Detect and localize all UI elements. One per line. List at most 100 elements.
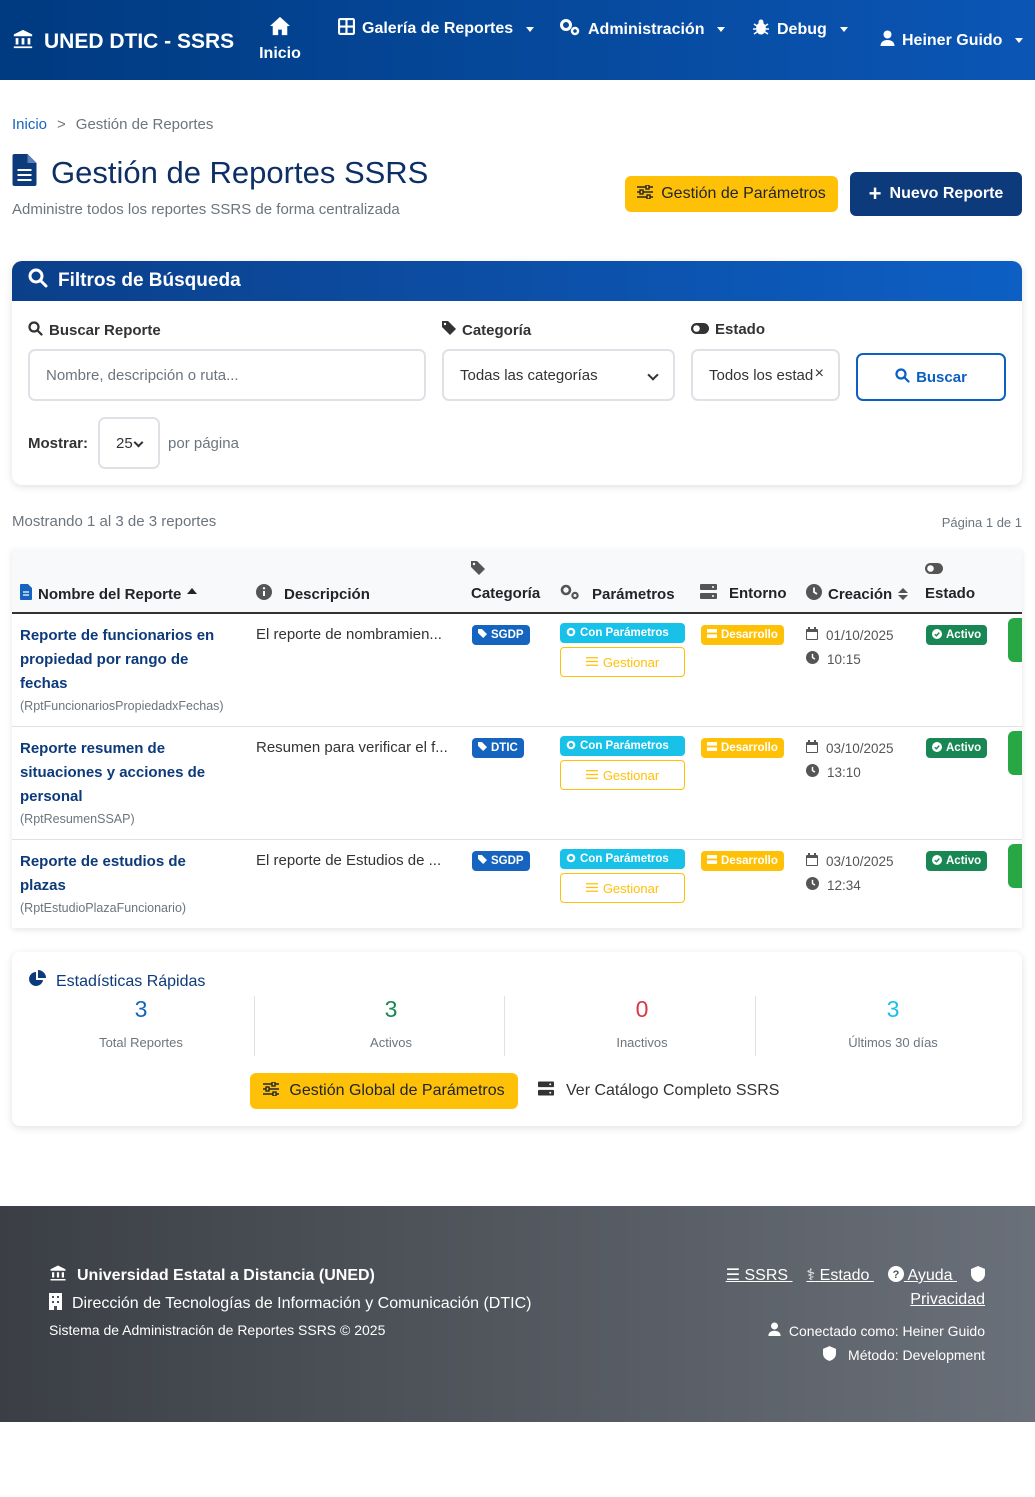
column-status-label: Estado [925,585,976,602]
sliders-icon [585,768,598,783]
report-name-line: plazas [20,877,66,894]
nav-admin-dropdown[interactable]: Administración [559,18,726,41]
sliders-icon [637,183,654,204]
footer-method-text: Método: Development [848,1347,985,1363]
category-badge: DTIC [472,738,524,758]
category-select-value: Todas las categorías [460,366,598,384]
created-time: 10:15 [806,651,861,667]
column-category-label: Categoría [471,585,541,602]
stat-inactive: 0 Inactivos [517,996,767,1056]
row-action-button[interactable] [1008,731,1022,775]
server-icon [700,584,717,603]
report-description: El reporte de nombramien... [256,626,442,643]
status-label-text: Estado [715,321,766,338]
quick-stats-card: Estadísticas Rápidas 3 Total Reportes 3 … [12,952,1022,1126]
table-row: Reporte de funcionarios en propiedad por… [12,614,1022,727]
footer-direction-text: Dirección de Tecnologías de Información … [72,1295,532,1312]
column-created-header[interactable]: Creación [806,584,909,604]
document-icon [20,584,32,604]
sort-icon [898,588,909,600]
parameters-badge-text: Con Parámetros [580,740,669,752]
server-icon [707,629,717,641]
status-badge-text: Activo [946,629,982,641]
sort-up-icon [187,588,198,594]
created-date: 01/10/2025 [806,627,894,643]
user-icon [768,1322,781,1339]
report-name-link[interactable]: Reporte resumen de situaciones y accione… [20,737,250,809]
status-select[interactable]: Todos los estad × [691,349,840,401]
server-icon [538,1081,554,1101]
caret-down-icon [526,26,535,32]
created-time: 13:10 [806,764,861,780]
report-code: (RptResumenSSAP) [20,812,135,826]
status-label: Estado [691,321,765,338]
search-input[interactable]: Nombre, descripción o ruta... [28,349,426,401]
footer-connected-text: Conectado como: Heiner Guido [788,1322,985,1339]
category-badge-text: SGDP [491,855,524,867]
parameters-badge: Con Parámetros [560,736,685,756]
created-time-text: 12:34 [827,877,861,893]
row-action-button[interactable] [1008,618,1022,662]
stats-title: Estadísticas Rápidas [28,970,205,993]
footer-privacy-label: Privacidad [910,1291,985,1308]
chevron-down-icon [647,369,659,381]
stat-value: 3 [384,996,398,1022]
divider [254,996,255,1056]
page-subtitle: Administre todos los reportes SSRS de fo… [12,201,400,218]
nav-admin-label: Administración [588,20,705,38]
bug-icon [752,18,770,41]
footer-ssrs-label: SSRS [744,1267,789,1284]
chevron-down-icon [133,437,144,448]
report-name-line: Reporte resumen de [20,740,166,757]
parameters-badge: Con Parámetros [560,623,685,643]
search-button[interactable]: Buscar [856,353,1006,401]
page-indicator: Página 1 de 1 [941,515,1022,530]
category-select[interactable]: Todas las categorías [442,349,675,401]
search-icon [28,321,43,340]
catalog-link[interactable]: Ver Catálogo Completo SSRS [538,1081,779,1101]
footer-status-link[interactable]: ⚕ Estado [807,1267,874,1284]
svg-text:?: ? [893,1269,900,1281]
category-badge-text: SGDP [491,629,524,641]
created-date: 03/10/2025 [806,853,894,869]
stats-title-text: Estadísticas Rápidas [56,972,206,990]
manage-parameters-button[interactable]: Gestionar [560,760,685,790]
manage-parameters-button[interactable]: Gestionar [560,647,685,677]
plus-icon: + [868,181,882,206]
search-button-label: Buscar [916,368,967,386]
created-time-text: 13:10 [827,764,861,780]
nav-user-dropdown[interactable]: Heiner Guido [880,30,1024,51]
report-name-link[interactable]: Reporte de estudios de plazas [20,850,250,898]
manage-parameters-label: Gestionar [602,767,660,783]
caret-down-icon [839,27,848,32]
status-badge: Activo [926,738,988,758]
brand[interactable]: UNED DTIC - SSRS [12,28,234,56]
category-badge: SGDP [472,851,530,871]
global-params-button[interactable]: Gestión Global de Parámetros [250,1073,518,1109]
page-size-select[interactable]: 25 [98,417,161,469]
breadcrumb-home-link[interactable]: Inicio [12,116,47,133]
column-environment-label: Entorno [729,585,787,602]
nav-debug-dropdown[interactable]: Debug [752,18,848,41]
footer-ssrs-link[interactable]: ☰ SSRS [726,1267,793,1284]
footer-university-text: Universidad Estatal a Distancia (UNED) [77,1266,375,1284]
params-management-button[interactable]: Gestión de Parámetros [625,176,838,212]
column-name-header[interactable]: Nombre del Reporte [20,584,198,604]
nav-gallery-dropdown[interactable]: Galería de Reportes [338,18,535,40]
manage-parameters-button[interactable]: Gestionar [560,873,685,903]
column-name-label: Nombre del Reporte [38,585,182,603]
search-filters-card: Filtros de Búsqueda Buscar Reporte Nombr… [12,261,1022,485]
report-name-link[interactable]: Reporte de funcionarios en propiedad por… [20,624,250,696]
created-date-text: 03/10/2025 [826,853,894,869]
table-row: Reporte de estudios de plazas (RptEstudi… [12,840,1022,928]
report-name-line: propiedad por rango de [20,651,189,668]
toggle-icon [691,321,709,338]
report-name-line: personal [20,788,83,805]
row-action-button[interactable] [1008,844,1022,888]
show-label: Mostrar: [28,434,89,452]
nav-home[interactable]: Inicio [258,16,302,63]
table-icon [338,18,355,40]
parameters-badge-text: Con Parámetros [580,853,669,865]
new-report-button[interactable]: + Nuevo Reporte [850,172,1022,216]
footer-help-link[interactable]: ? Ayuda [887,1266,957,1284]
